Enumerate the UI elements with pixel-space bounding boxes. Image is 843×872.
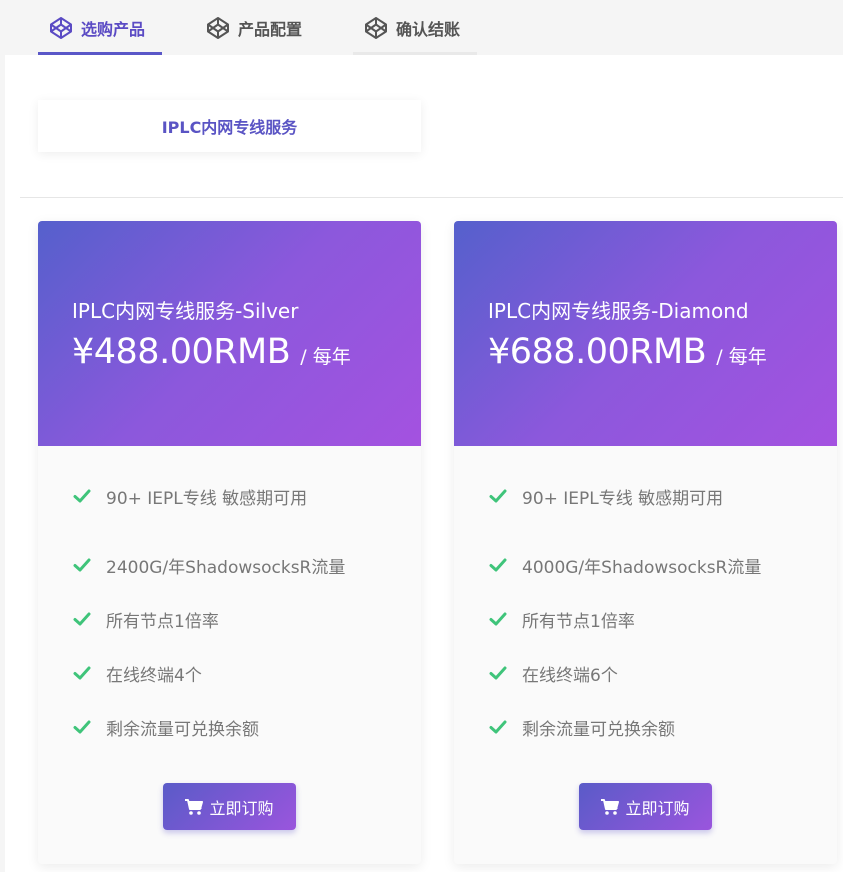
feature-item: 所有节点1倍率 [488,592,837,646]
product-panel: IPLC内网专线服务 IPLC内网专线服务-Silver ¥488.00RMB … [5,55,843,872]
feature-text: 所有节点1倍率 [106,611,219,632]
check-icon [72,663,92,683]
cart-icon [185,798,204,815]
feature-item: 在线终端4个 [72,646,421,700]
tab-label: 选购产品 [81,19,146,39]
tab-select-product[interactable]: 选购产品 [38,0,162,55]
check-icon [488,486,508,506]
tab-product-config[interactable]: 产品配置 [206,0,316,55]
check-icon [488,555,508,575]
feature-text: 在线终端4个 [106,665,202,686]
feature-list: 90+ IEPL专线 敏感期可用 2400G/年ShadowsocksR流量 所… [38,446,421,754]
feature-item: 90+ IEPL专线 敏感期可用 [488,484,837,509]
codepen-icon [364,16,388,40]
feature-text: 所有节点1倍率 [522,611,635,632]
codepen-icon [206,16,230,40]
feature-item: 4000G/年ShadowsocksR流量 [488,538,837,592]
feature-text: 剩余流量可兑换余额 [522,719,675,740]
category-iplc[interactable]: IPLC内网专线服务 [38,100,421,152]
card-header: IPLC内网专线服务-Silver ¥488.00RMB / 每年 [38,221,421,446]
codepen-icon [49,16,73,40]
feature-text: 剩余流量可兑换余额 [106,719,259,740]
feature-text: 2400G/年ShadowsocksR流量 [106,557,346,578]
feature-list: 90+ IEPL专线 敏感期可用 4000G/年ShadowsocksR流量 所… [454,446,837,754]
feature-item: 90+ IEPL专线 敏感期可用 [72,484,421,509]
order-button-label: 立即订购 [625,798,690,818]
feature-item: 2400G/年ShadowsocksR流量 [72,538,421,592]
feature-text: 在线终端6个 [522,665,618,686]
tab-label: 确认结账 [396,19,461,39]
check-icon [72,486,92,506]
cart-icon [601,798,620,815]
tab-bar: 选购产品 产品配置 确认结账 [0,0,843,55]
check-icon [72,717,92,737]
billing-period: / 每年 [716,346,767,368]
product-price: ¥488.00RMB [72,332,291,372]
divider [20,197,843,198]
feature-text: 90+ IEPL专线 敏感期可用 [522,488,724,509]
card-header: IPLC内网专线服务-Diamond ¥688.00RMB / 每年 [454,221,837,446]
product-name: IPLC内网专线服务-Diamond [488,299,749,323]
feature-text: 90+ IEPL专线 敏感期可用 [106,488,308,509]
product-card-silver: IPLC内网专线服务-Silver ¥488.00RMB / 每年 90+ IE… [38,221,421,864]
order-button[interactable]: 立即订购 [163,783,296,830]
check-icon [72,555,92,575]
check-icon [488,663,508,683]
check-icon [488,717,508,737]
check-icon [72,609,92,629]
product-price: ¥688.00RMB [488,332,707,372]
product-name: IPLC内网专线服务-Silver [72,299,299,323]
feature-item: 剩余流量可兑换余额 [72,700,421,754]
tab-label: 产品配置 [238,19,303,39]
tab-checkout[interactable]: 确认结账 [353,0,477,55]
order-button-label: 立即订购 [209,798,274,818]
billing-period: / 每年 [300,346,351,368]
feature-item: 在线终端6个 [488,646,837,700]
feature-text: 4000G/年ShadowsocksR流量 [522,557,762,578]
feature-item: 所有节点1倍率 [72,592,421,646]
check-icon [488,609,508,629]
order-button[interactable]: 立即订购 [579,783,712,830]
feature-item: 剩余流量可兑换余额 [488,700,837,754]
product-card-diamond: IPLC内网专线服务-Diamond ¥688.00RMB / 每年 90+ I… [454,221,837,864]
